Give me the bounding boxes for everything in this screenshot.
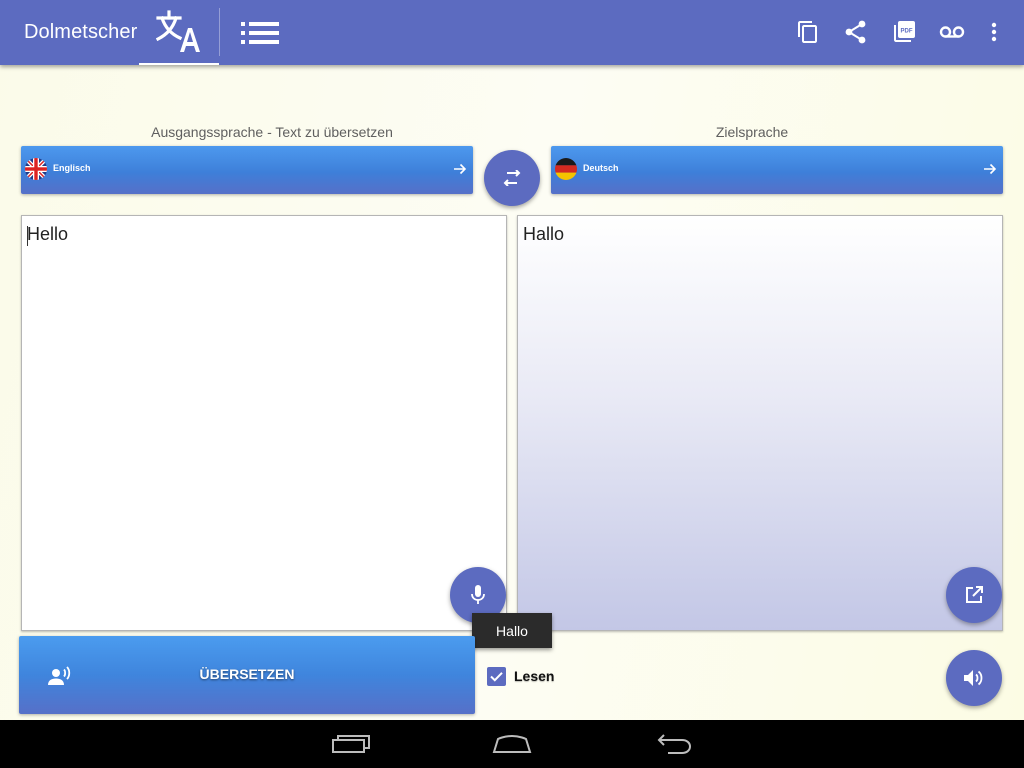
microphone-icon <box>471 585 485 604</box>
tooltip: Hallo <box>472 613 552 648</box>
translate-button-label: ÜBERSETZEN <box>199 666 295 682</box>
open-external-button[interactable] <box>946 567 1002 623</box>
more-options-button[interactable] <box>978 16 1010 48</box>
source-language-name: Englisch <box>53 163 91 173</box>
app-title: Dolmetscher <box>24 21 138 43</box>
home-button[interactable] <box>482 728 542 760</box>
back-button[interactable] <box>644 728 704 760</box>
target-language-caption: Zielsprache <box>715 124 789 140</box>
volume-up-icon <box>964 670 983 686</box>
arrow-right-icon <box>984 163 997 175</box>
home-icon <box>492 734 532 753</box>
share-icon <box>845 20 866 44</box>
copy-button[interactable] <box>792 16 824 48</box>
pdf-button[interactable]: PDF <box>888 16 920 48</box>
app-bar: Dolmetscher PDF <box>0 0 1024 65</box>
read-aloud-option[interactable]: Lesen <box>487 665 554 687</box>
source-language-caption: Ausgangssprache - Text zu übersetzen <box>151 124 393 140</box>
voicemail-button[interactable] <box>936 16 968 48</box>
target-text: Hallo <box>523 224 565 244</box>
speak-output-button[interactable] <box>946 650 1002 706</box>
pdf-icon: PDF <box>894 21 915 42</box>
target-text-output[interactable]: Hallo <box>517 215 1003 631</box>
translate-icon <box>156 9 200 52</box>
source-text-input[interactable]: Hello <box>21 215 507 631</box>
swap-languages-button[interactable] <box>484 150 540 206</box>
share-button[interactable] <box>840 16 872 48</box>
swap-icon <box>503 170 521 186</box>
read-aloud-checkbox[interactable] <box>487 666 506 686</box>
target-language-name: Deutsch <box>583 163 619 173</box>
source-language-selector[interactable]: Englisch <box>21 146 473 194</box>
target-language-selector[interactable]: Deutsch <box>551 146 1003 194</box>
list-icon <box>241 21 279 44</box>
svg-text:PDF: PDF <box>901 29 913 35</box>
source-text: Hello <box>27 224 69 244</box>
read-aloud-label: Lesen <box>514 668 555 684</box>
copy-icon <box>798 21 817 43</box>
tab-translate[interactable] <box>139 0 219 65</box>
voicemail-icon <box>939 26 965 38</box>
check-icon <box>490 671 503 682</box>
system-navigation-bar <box>0 720 1024 768</box>
arrow-right-icon <box>454 163 467 175</box>
german-flag-icon <box>555 158 577 180</box>
translate-button[interactable]: ÜBERSETZEN <box>19 636 475 714</box>
back-icon <box>657 734 692 754</box>
recent-apps-button[interactable] <box>321 728 381 760</box>
tab-list[interactable] <box>220 0 300 65</box>
recent-apps-icon <box>332 735 370 753</box>
more-vert-icon <box>991 22 997 42</box>
uk-flag-icon <box>25 158 47 180</box>
open-in-new-icon <box>966 586 983 603</box>
